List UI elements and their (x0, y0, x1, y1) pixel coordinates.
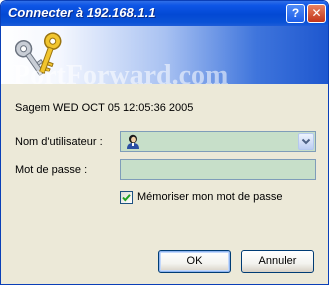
chevron-down-icon (301, 138, 311, 145)
watermark: PortForward.com (13, 60, 229, 84)
close-button[interactable]: ✕ (307, 4, 326, 23)
user-icon (127, 134, 139, 149)
username-label: Nom d'utilisateur : (15, 136, 103, 148)
cancel-button[interactable]: Annuler (241, 250, 314, 273)
password-field[interactable] (120, 159, 316, 180)
banner: PortForward.com (1, 26, 328, 84)
username-combo[interactable] (120, 131, 316, 152)
help-button[interactable]: ? (286, 4, 305, 23)
login-dialog: Connecter à 192.168.1.1 ? ✕ PortForward.… (0, 0, 329, 285)
device-info: Sagem WED OCT 05 12:05:36 2005 (15, 102, 194, 114)
dropdown-arrow-button[interactable] (298, 133, 314, 150)
remember-password-label[interactable]: Mémoriser mon mot de passe (137, 191, 283, 203)
dialog-body: Sagem WED OCT 05 12:05:36 2005 Nom d'uti… (1, 84, 328, 284)
password-label: Mot de passe : (15, 164, 88, 176)
remember-password-checkbox[interactable] (120, 191, 133, 204)
checkmark-icon (122, 194, 131, 202)
ok-button[interactable]: OK (158, 250, 231, 273)
title-bar[interactable]: Connecter à 192.168.1.1 ? ✕ (1, 1, 328, 26)
window-title: Connecter à 192.168.1.1 (8, 5, 156, 20)
